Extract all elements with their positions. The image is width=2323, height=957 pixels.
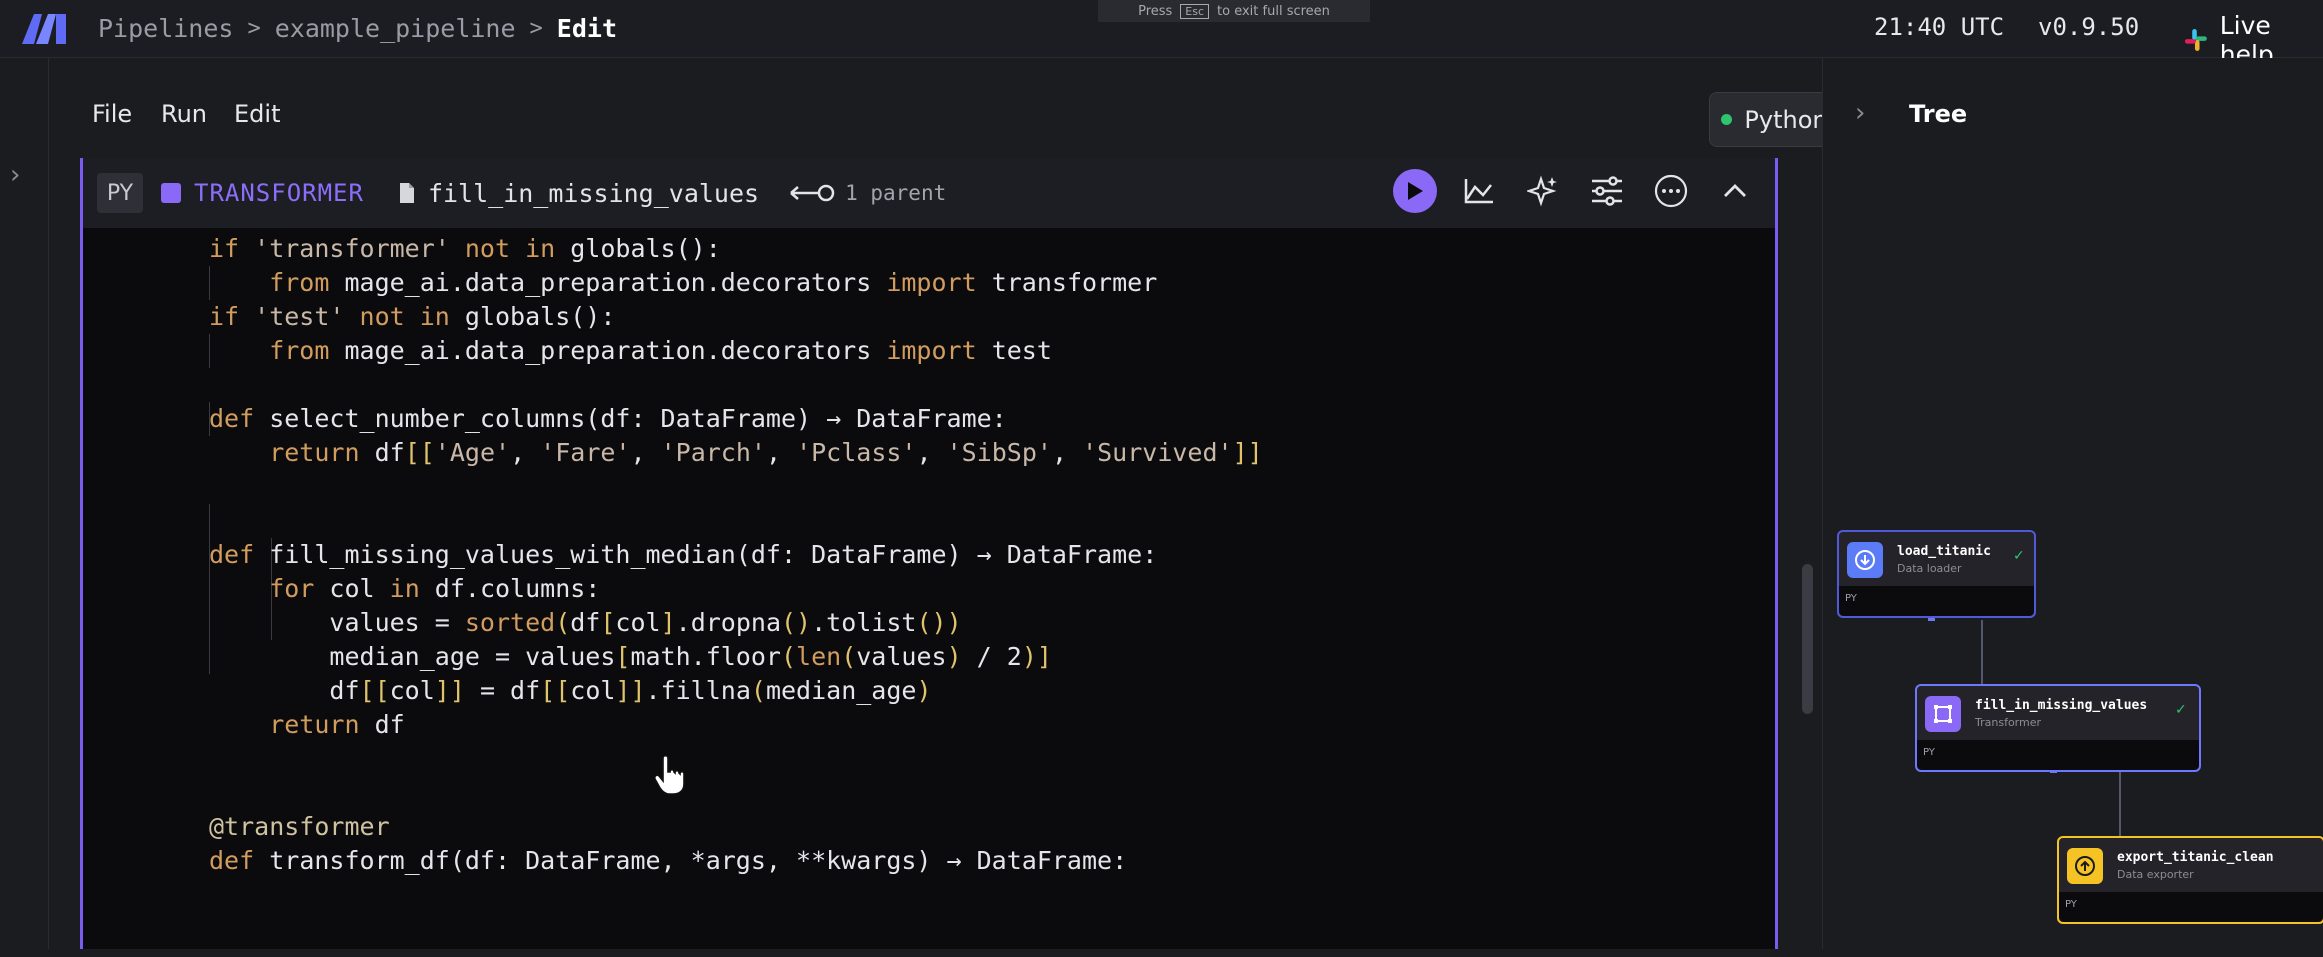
menu-edit[interactable]: Edit	[234, 100, 280, 128]
tree-title: Tree	[1909, 100, 1968, 128]
node-lang: PY	[1845, 593, 1857, 604]
ai-button[interactable]	[1521, 169, 1565, 213]
code-line: from mage_ai.data_preparation.decorators…	[209, 268, 1158, 297]
upload-icon	[2075, 856, 2095, 876]
node-icon	[1847, 542, 1883, 578]
breadcrumb-current: Edit	[556, 13, 618, 43]
block-color-icon	[161, 183, 181, 203]
fullscreen-hint-text: to exit full screen	[1217, 3, 1330, 19]
code-line: return df[['Age', 'Fare', 'Parch', 'Pcla…	[209, 438, 1263, 467]
file-icon	[399, 183, 414, 203]
code-line: from mage_ai.data_preparation.decorators…	[209, 336, 1052, 365]
run-icon	[1408, 182, 1423, 200]
code-line: if 'test' not in globals():	[209, 302, 616, 331]
tree-panel: › Tree load_titanic Data loader ✓ PY fil…	[1822, 58, 2323, 949]
breadcrumb-pipeline[interactable]: example_pipeline	[275, 14, 516, 43]
code-line: df[[col]] = df[[col]].fillna(median_age)	[209, 676, 932, 705]
parents-label: 1 parent	[845, 181, 947, 205]
mage-logo-icon[interactable]	[20, 10, 72, 46]
node-type: Data exporter	[2117, 868, 2194, 881]
code-line: values = sorted(df[col].dropna().tolist(…	[209, 608, 962, 637]
code-line: def transform_df(df: DataFrame, *args, *…	[209, 846, 1128, 875]
node-lang: PY	[1923, 747, 1935, 758]
transform-icon	[1934, 705, 1952, 723]
block-toolbar	[1393, 169, 1757, 213]
run-block-button[interactable]	[1393, 169, 1437, 213]
check-icon: ✓	[2013, 548, 2025, 564]
fullscreen-hint-key: Esc	[1180, 3, 1210, 19]
version-label: v0.9.50	[2038, 13, 2140, 41]
block-type-label: TRANSFORMER	[194, 179, 364, 207]
code-line: median_age = values[math.floor(len(value…	[209, 642, 1052, 671]
node-icon	[1925, 696, 1961, 732]
slack-icon	[2184, 29, 2207, 51]
download-icon	[1855, 550, 1875, 570]
code-line: def select_number_columns(df: DataFrame)…	[209, 404, 1007, 433]
editor-scrollbar[interactable]	[1802, 564, 1813, 714]
node-name: export_titanic_clean	[2117, 850, 2274, 865]
kernel-label: Python	[1744, 105, 1828, 134]
tree-node-export-titanic-clean[interactable]: export_titanic_clean Data exporter PY	[2057, 836, 2323, 924]
left-rail: ›	[0, 58, 49, 949]
node-name: fill_in_missing_values	[1975, 698, 2148, 713]
node-icon	[2067, 848, 2103, 884]
parent-link-icon	[790, 184, 835, 202]
breadcrumb: Pipelines > example_pipeline > Edit	[98, 12, 617, 44]
collapse-block-button[interactable]	[1713, 169, 1757, 213]
node-footer: PY	[2059, 892, 2323, 922]
parents-indicator[interactable]: 1 parent	[789, 181, 946, 205]
menu-bar: File Run Edit Python	[49, 58, 1840, 158]
node-footer: PY	[1839, 586, 2034, 616]
node-type: Data loader	[1897, 562, 1962, 575]
chevron-right-icon: >	[247, 15, 261, 41]
tree-header: › Tree	[1823, 58, 2323, 158]
code-block: PY TRANSFORMER fill_in_missing_values 1 …	[80, 158, 1778, 949]
node-name: load_titanic	[1897, 544, 1991, 559]
settings-sliders-icon	[1592, 176, 1622, 206]
ai-sparkle-icon	[1527, 175, 1557, 207]
chart-icon	[1464, 179, 1493, 204]
code-editor[interactable]: if 'transformer' not in globals(): from …	[83, 232, 1775, 957]
breadcrumb-pipelines[interactable]: Pipelines	[98, 14, 233, 43]
charts-button[interactable]	[1457, 169, 1501, 213]
tree-node-fill-in-missing-values[interactable]: fill_in_missing_values Transformer ✓ PY	[1915, 684, 2201, 772]
code-line: return df	[209, 710, 405, 739]
top-bar: Pipelines > example_pipeline > Edit Pres…	[0, 0, 2323, 69]
block-settings-button[interactable]	[1585, 169, 1629, 213]
code-line: def fill_missing_values_with_median(df: …	[209, 540, 1158, 569]
check-icon: ✓	[2175, 702, 2187, 718]
block-name[interactable]: fill_in_missing_values	[428, 179, 759, 208]
collapse-panel-icon[interactable]: ›	[1855, 98, 1865, 128]
expand-sidebar-icon[interactable]: ›	[10, 160, 20, 190]
more-icon	[1654, 174, 1688, 208]
fullscreen-hint: Press Esc to exit full screen	[1098, 0, 1370, 22]
code-line: if 'transformer' not in globals():	[209, 234, 721, 263]
tree-node-load-titanic[interactable]: load_titanic Data loader ✓ PY	[1837, 530, 2036, 618]
language-tag: PY	[97, 173, 143, 213]
hand-cursor-icon	[654, 754, 685, 795]
code-line: @transformer	[209, 812, 390, 841]
menu-file[interactable]: File	[92, 100, 132, 128]
node-lang: PY	[2065, 899, 2077, 910]
collapse-icon	[1724, 184, 1746, 197]
clock: 21:40 UTC	[1874, 13, 2005, 41]
kernel-button[interactable]: Python	[1709, 92, 1840, 147]
node-type: Transformer	[1975, 716, 2042, 729]
more-options-button[interactable]	[1649, 169, 1693, 213]
fullscreen-hint-text: Press	[1138, 3, 1173, 19]
block-header: PY TRANSFORMER fill_in_missing_values 1 …	[83, 158, 1775, 228]
code-line: for col in df.columns:	[209, 574, 601, 603]
chevron-right-icon: >	[529, 15, 543, 41]
kernel-status-icon	[1721, 114, 1733, 125]
node-footer: PY	[1917, 740, 2199, 770]
menu-run[interactable]: Run	[161, 100, 207, 128]
